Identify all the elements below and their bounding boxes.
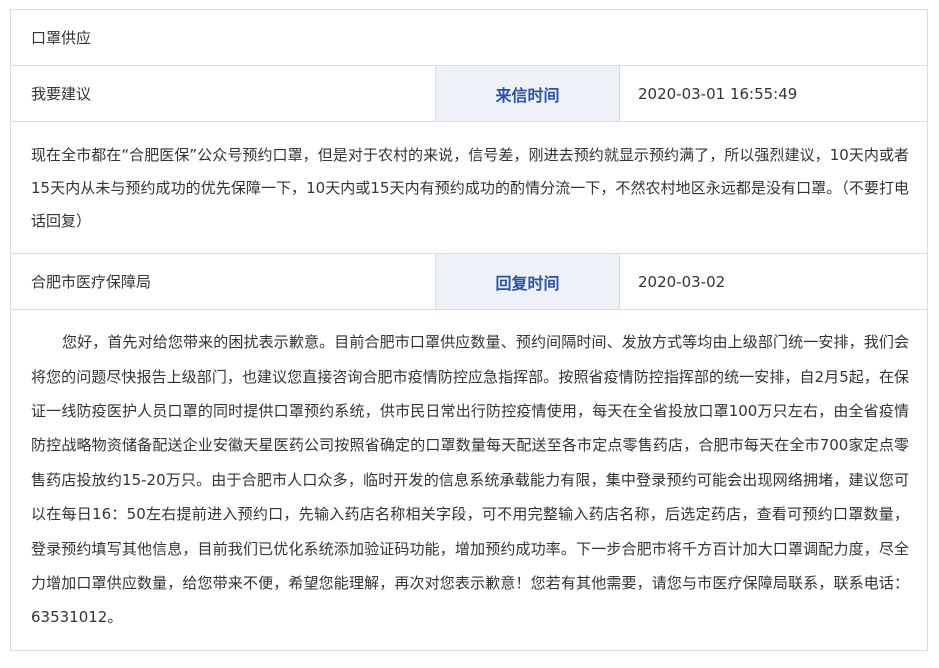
reply-department: 合肥市医疗保障局 bbox=[10, 253, 436, 310]
letter-content: 现在全市都在“合肥医保”公众号预约口罩，但是对于农村的来说，信号差，刚进去预约就… bbox=[9, 121, 929, 254]
letter-content-row: 现在全市都在“合肥医保”公众号预约口罩，但是对于农村的来说，信号差，刚进去预约就… bbox=[9, 121, 929, 254]
letter-meta-row: 我要建议 来信时间 2020-03-01 16:55:49 bbox=[10, 65, 929, 122]
letter-title: 口罩供应 bbox=[9, 9, 929, 66]
letter-type: 我要建议 bbox=[10, 65, 436, 122]
letter-detail-panel: 口罩供应 我要建议 来信时间 2020-03-01 16:55:49 现在全市都… bbox=[9, 9, 929, 651]
letter-time-label: 来信时间 bbox=[435, 65, 620, 122]
reply-time-label: 回复时间 bbox=[435, 253, 620, 310]
letter-detail-table: 口罩供应 我要建议 来信时间 2020-03-01 16:55:49 现在全市都… bbox=[9, 9, 929, 651]
letter-time-value: 2020-03-01 16:55:49 bbox=[618, 65, 929, 122]
reply-time-value: 2020-03-02 bbox=[618, 253, 929, 310]
reply-meta-row: 合肥市医疗保障局 回复时间 2020-03-02 bbox=[10, 253, 929, 310]
reply-content: 您好，首先对给您带来的困扰表示歉意。目前合肥市口罩供应数量、预约间隔时间、发放方… bbox=[9, 309, 929, 651]
reply-content-row: 您好，首先对给您带来的困扰表示歉意。目前合肥市口罩供应数量、预约间隔时间、发放方… bbox=[9, 309, 929, 651]
title-row: 口罩供应 bbox=[9, 9, 929, 66]
